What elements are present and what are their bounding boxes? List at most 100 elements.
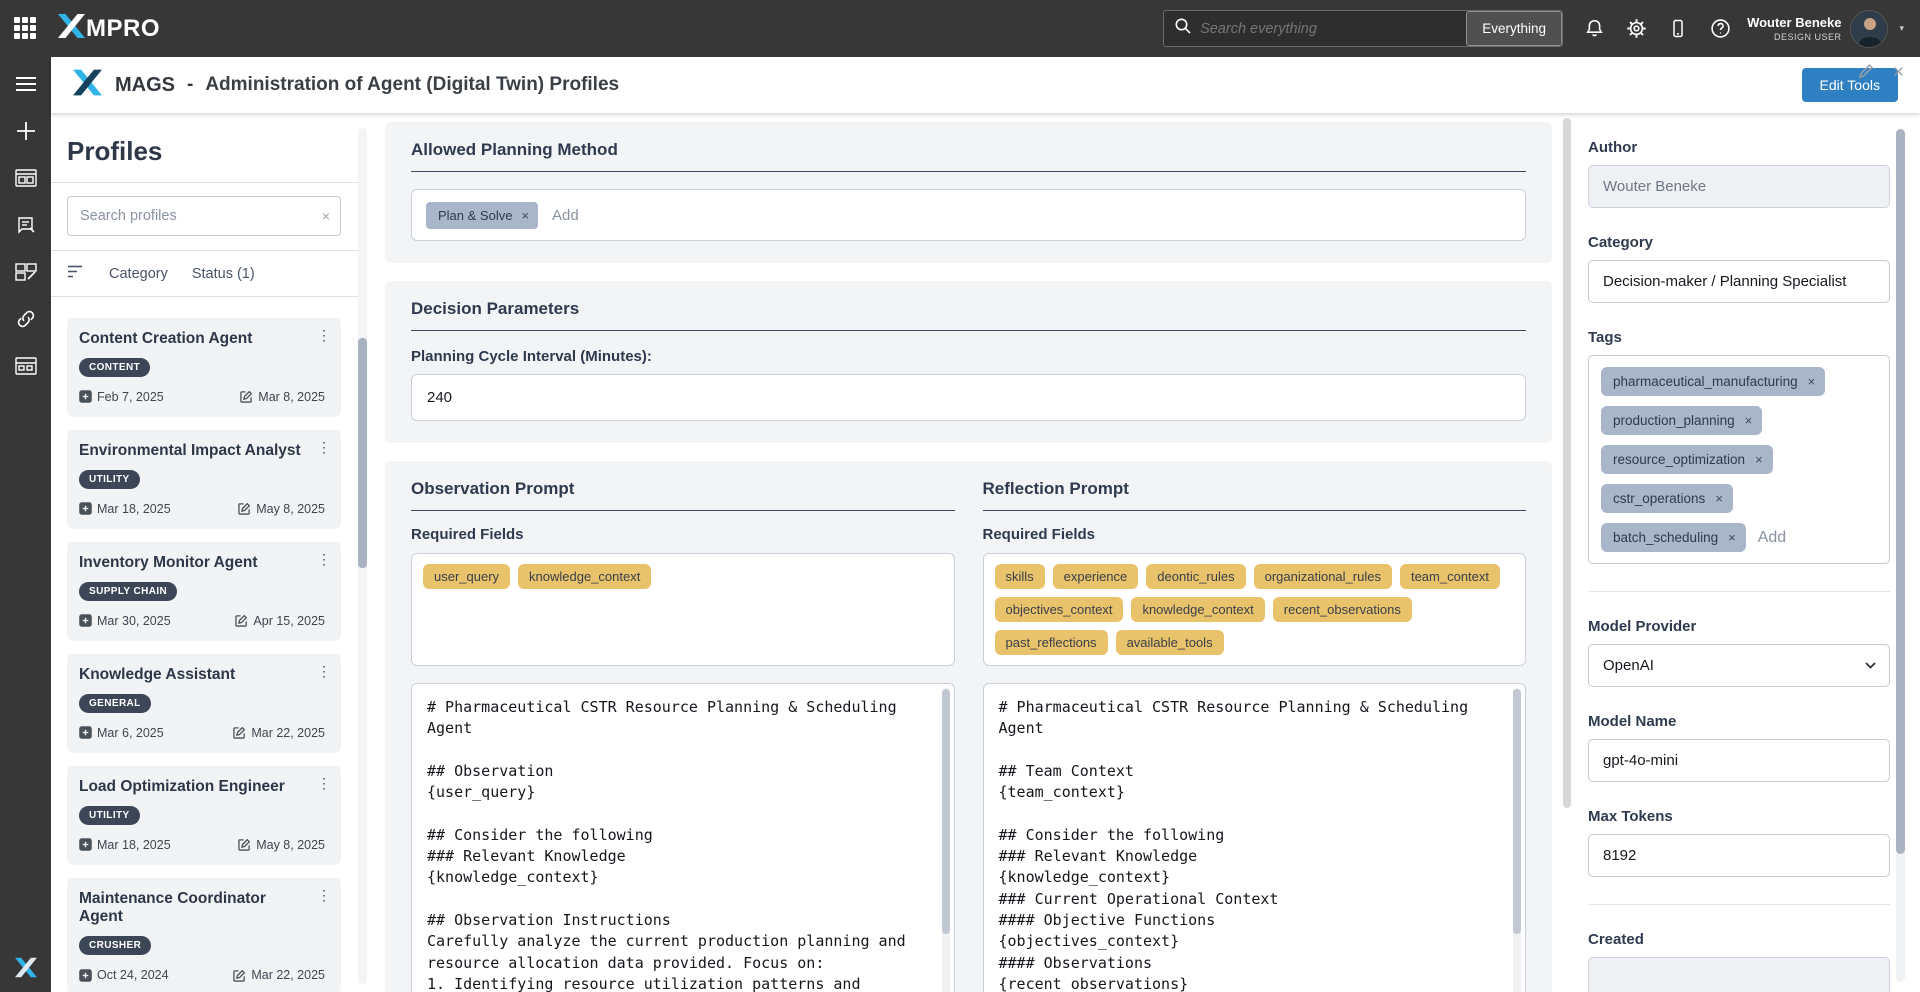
xmpro-logo[interactable]: MPRO: [58, 14, 160, 43]
mobile-device-icon[interactable]: [1661, 12, 1695, 46]
required-field-chip[interactable]: deontic_rules: [1146, 564, 1245, 589]
planning-cycle-input[interactable]: [411, 374, 1526, 421]
planning-method-add-placeholder[interactable]: Add: [552, 207, 579, 224]
search-input[interactable]: [1192, 21, 1466, 37]
sidebar-connections-link-icon[interactable]: [15, 308, 37, 330]
required-field-chip[interactable]: experience: [1053, 564, 1139, 589]
model-provider-select[interactable]: OpenAI: [1588, 644, 1890, 687]
settings-gear-icon[interactable]: [1619, 12, 1653, 46]
remove-tag-icon[interactable]: [1808, 375, 1816, 389]
modified-date: Mar 22, 2025: [233, 726, 325, 740]
kebab-menu-icon[interactable]: [316, 887, 332, 904]
category-input[interactable]: [1588, 260, 1890, 303]
help-icon[interactable]: [1703, 12, 1737, 46]
agent-name: Content Creation Agent: [79, 330, 329, 349]
category-label: Category: [1588, 234, 1890, 251]
main-scrollbar-thumb[interactable]: [1563, 118, 1571, 808]
kebab-menu-icon[interactable]: [316, 775, 332, 792]
agent-dates: Mar 30, 2025 Apr 15, 2025: [79, 614, 329, 628]
agent-dates: Oct 24, 2024 Mar 22, 2025: [79, 968, 329, 982]
model-provider-label: Model Provider: [1588, 618, 1890, 635]
tags-add-placeholder[interactable]: Add: [1756, 529, 1786, 547]
required-field-chip[interactable]: knowledge_context: [1131, 597, 1264, 622]
required-field-chip[interactable]: user_query: [423, 564, 510, 589]
required-field-chip[interactable]: available_tools: [1116, 630, 1224, 655]
required-field-chip[interactable]: skills: [995, 564, 1045, 589]
remove-tag-icon[interactable]: [1745, 414, 1753, 428]
modified-icon: [235, 614, 248, 627]
created-date: Feb 7, 2025: [79, 390, 164, 404]
remove-tag-icon[interactable]: [1728, 531, 1736, 545]
user-caret-down-icon[interactable]: ▾: [1899, 23, 1904, 34]
kebab-menu-icon[interactable]: [316, 327, 332, 344]
observation-prompt-textarea[interactable]: # Pharmaceutical CSTR Resource Planning …: [411, 683, 955, 992]
agent-card[interactable]: Content Creation Agent CONTENT Feb 7, 20…: [67, 318, 341, 417]
sidebar-dashboards-icon[interactable]: [15, 261, 37, 283]
agent-card[interactable]: Load Optimization Engineer UTILITY Mar 1…: [67, 766, 341, 865]
remove-tag-icon[interactable]: [1755, 453, 1763, 467]
agent-category-badge: GENERAL: [79, 694, 151, 713]
filter-status[interactable]: Status (1): [192, 266, 255, 282]
agent-card[interactable]: Maintenance Coordinator Agent CRUSHER Oc…: [67, 878, 341, 992]
model-name-input[interactable]: [1588, 739, 1890, 782]
sidebar-cards-icon[interactable]: [15, 355, 37, 377]
profiles-search-input[interactable]: [80, 208, 322, 224]
filter-icon[interactable]: [67, 264, 85, 283]
edit-tools-button[interactable]: Edit Tools: [1802, 68, 1898, 102]
sidebar-app-designer-icon[interactable]: [15, 214, 37, 236]
observation-scrollbar-thumb[interactable]: [942, 689, 950, 934]
modified-date: Mar 8, 2025: [240, 390, 325, 404]
created-icon: [79, 969, 92, 982]
reflection-scrollbar-thumb[interactable]: [1513, 689, 1521, 934]
sidebar-xmpro-x-logo[interactable]: [15, 956, 37, 978]
agent-dates: Feb 7, 2025 Mar 8, 2025: [79, 390, 329, 404]
tag-chip: production_planning: [1601, 406, 1762, 435]
modified-icon: [233, 969, 246, 982]
required-field-chip[interactable]: team_context: [1400, 564, 1500, 589]
planning-method-title: Allowed Planning Method: [411, 140, 1526, 172]
required-field-chip[interactable]: recent_observations: [1273, 597, 1412, 622]
notifications-bell-icon[interactable]: [1577, 12, 1611, 46]
agent-card[interactable]: Inventory Monitor Agent SUPPLY CHAIN Mar…: [67, 542, 341, 641]
kebab-menu-icon[interactable]: [316, 439, 332, 456]
created-icon: [79, 502, 92, 515]
sidebar-add-icon[interactable]: [15, 120, 37, 142]
planning-method-input[interactable]: Plan & Solve Add: [411, 189, 1526, 241]
tag-chip: pharmaceutical_manufacturing: [1601, 367, 1825, 396]
search-scope-button[interactable]: Everything: [1466, 11, 1562, 46]
prompts-section: Observation Prompt Required Fields user_…: [385, 461, 1552, 992]
profiles-filters: Category Status (1): [67, 251, 367, 296]
close-icon[interactable]: ×: [1893, 63, 1904, 82]
user-role: DESIGN USER: [1747, 32, 1841, 42]
required-field-chip[interactable]: organizational_rules: [1254, 564, 1392, 589]
tags-input[interactable]: pharmaceutical_manufacturing production_…: [1588, 355, 1890, 564]
search-clear-icon[interactable]: ×: [322, 208, 330, 224]
kebab-menu-icon[interactable]: [316, 551, 332, 568]
required-field-chip[interactable]: past_reflections: [995, 630, 1108, 655]
sidebar-data-streams-icon[interactable]: [15, 167, 37, 189]
user-menu[interactable]: Wouter Beneke DESIGN USER ▾: [1747, 10, 1904, 48]
max-tokens-input[interactable]: [1588, 834, 1890, 877]
details-scrollbar-thumb[interactable]: [1896, 129, 1905, 854]
created-input: [1588, 957, 1890, 992]
divider: [1588, 591, 1890, 592]
edit-pencil-icon[interactable]: [1858, 63, 1874, 84]
details-panel: Author Category Tags pharmaceutical_manu…: [1580, 113, 1920, 992]
app-launcher-icon[interactable]: [14, 17, 38, 41]
remove-tag-icon[interactable]: [1715, 492, 1723, 506]
topbar: MPRO Everything Wouter: [0, 0, 1920, 57]
kebab-menu-icon[interactable]: [316, 663, 332, 680]
user-avatar[interactable]: [1850, 10, 1888, 48]
agent-card[interactable]: Knowledge Assistant GENERAL Mar 6, 2025: [67, 654, 341, 753]
modified-icon: [238, 838, 251, 851]
remove-chip-icon[interactable]: [521, 209, 529, 222]
agent-card[interactable]: Environmental Impact Analyst UTILITY Mar…: [67, 430, 341, 529]
filter-category[interactable]: Category: [109, 266, 168, 282]
required-field-chip[interactable]: objectives_context: [995, 597, 1124, 622]
sidebar-menu-icon[interactable]: [15, 73, 37, 95]
required-field-chip[interactable]: knowledge_context: [518, 564, 651, 589]
profiles-scrollbar-thumb[interactable]: [358, 338, 367, 568]
reflection-prompt-textarea[interactable]: # Pharmaceutical CSTR Resource Planning …: [983, 683, 1527, 992]
created-icon: [79, 838, 92, 851]
modified-icon: [233, 726, 246, 739]
